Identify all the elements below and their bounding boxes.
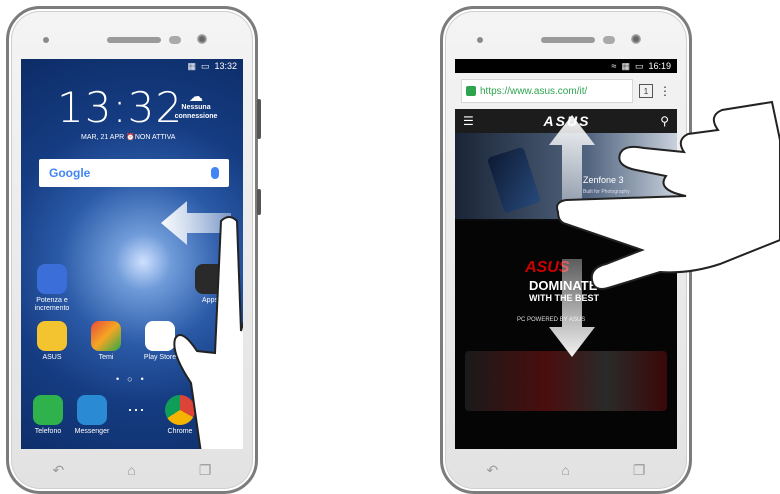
alarm-icon: ⏰ <box>126 134 135 141</box>
page-indicator: •○• <box>116 374 152 384</box>
date-line: MAR, 21 APR ⏰NON ATTIVA <box>81 133 175 141</box>
recent-apps-icon[interactable]: ❐ <box>199 462 212 479</box>
proximity-sensor <box>169 36 181 44</box>
mic-icon[interactable] <box>211 167 219 179</box>
weather-line2: connessione <box>174 113 218 120</box>
status-bar: ▦ ▭ 13:32 <box>21 59 243 73</box>
app-asus-folder[interactable]: ASUS <box>29 321 75 362</box>
recent-apps-icon[interactable]: ❐ <box>633 462 646 479</box>
weather-line1: Nessuna <box>181 104 211 111</box>
pointing-hand-icon <box>556 100 780 290</box>
url-text: https://www.asus.com/it/ <box>480 85 588 97</box>
battery-icon: ▭ <box>634 60 644 71</box>
sim-icon: ▦ <box>187 60 196 71</box>
power-button[interactable] <box>257 189 261 215</box>
weather-widget[interactable]: ☁ Nessuna connessione <box>171 89 221 121</box>
app-drawer-icon: ⋯ <box>127 400 145 420</box>
app-label: Telefono <box>34 428 62 435</box>
speaker-grille <box>107 37 161 43</box>
alarm-text: NON ATTIVA <box>134 134 176 141</box>
hand-gesture-icon <box>173 216 243 449</box>
front-camera <box>197 34 207 44</box>
date-text: MAR, 21 APR <box>81 134 125 141</box>
google-search-bar[interactable]: Google <box>39 159 229 187</box>
home-screen: ▦ ▭ 13:32 13:32 ☁ Nessuna connessione MA… <box>21 59 243 449</box>
hardware-image <box>465 351 667 411</box>
asus-folder-icon <box>37 321 67 351</box>
cloud-icon: ☁ <box>189 88 203 104</box>
back-icon[interactable]: ↶ <box>487 462 499 479</box>
wifi-icon: ≈ <box>611 61 617 71</box>
nav-bar: ↶ ⌂ ❐ <box>455 453 677 487</box>
dock-telefono[interactable]: Telefono <box>25 395 71 436</box>
more-menu-icon[interactable]: ⋮ <box>659 84 671 98</box>
lock-icon <box>466 86 476 96</box>
menu-icon[interactable]: ☰ <box>463 114 474 128</box>
app-potenza[interactable]: Potenza e incremento <box>29 264 75 313</box>
app-label: Messenger <box>74 428 110 435</box>
battery-icon: ▭ <box>200 60 210 71</box>
status-time: 16:19 <box>648 61 671 71</box>
messenger-icon <box>77 395 107 425</box>
nav-bar: ↶ ⌂ ❐ <box>21 453 243 487</box>
front-camera <box>631 34 641 44</box>
volume-button[interactable] <box>257 99 261 139</box>
left-phone: ▦ ▭ 13:32 13:32 ☁ Nessuna connessione MA… <box>6 6 261 494</box>
proximity-sensor <box>603 36 615 44</box>
themes-icon <box>91 321 121 351</box>
zenfone-image <box>486 146 542 214</box>
dock-messenger[interactable]: Messenger <box>69 395 115 436</box>
google-logo: Google <box>49 166 91 180</box>
speedometer-icon <box>37 264 67 294</box>
back-icon[interactable]: ↶ <box>53 462 65 479</box>
home-icon[interactable]: ⌂ <box>127 462 135 478</box>
speaker-grille <box>541 37 595 43</box>
status-time: 13:32 <box>214 61 237 71</box>
status-bar: ≈ ▦ ▭ 16:19 <box>455 59 677 73</box>
phone-icon <box>33 395 63 425</box>
app-label: Temi <box>98 354 114 361</box>
notification-led <box>477 37 483 43</box>
tab-switcher-button[interactable]: 1 <box>639 84 653 98</box>
notification-led <box>43 37 49 43</box>
home-icon[interactable]: ⌂ <box>561 462 569 478</box>
sim-icon: ▦ <box>621 60 630 71</box>
dock-all-apps[interactable]: ⋯ <box>113 395 159 428</box>
clock-widget[interactable]: 13:32 <box>57 83 183 132</box>
app-label: ASUS <box>42 354 62 361</box>
app-temi[interactable]: Temi <box>83 321 129 362</box>
app-label: Potenza e incremento <box>34 297 70 312</box>
